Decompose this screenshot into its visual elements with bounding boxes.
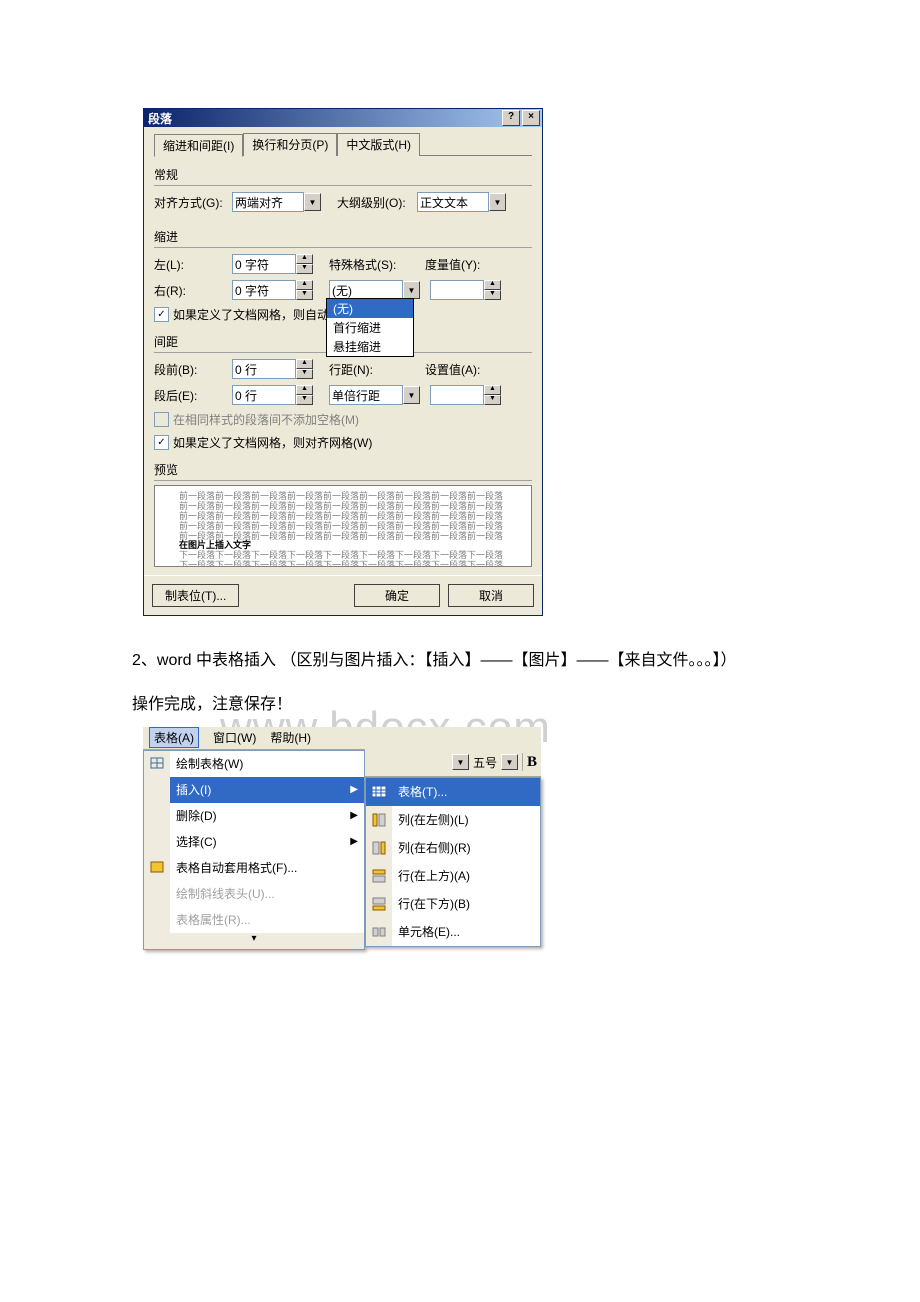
font-size-dropdown-button[interactable]: ▼ bbox=[501, 754, 518, 770]
outline-level-dropdown-button[interactable]: ▼ bbox=[489, 193, 506, 211]
menu-window[interactable]: 窗口(W) bbox=[213, 729, 256, 746]
font-size-value: 五号 bbox=[473, 754, 497, 771]
special-option-firstline[interactable]: 首行缩进 bbox=[327, 318, 413, 337]
same-style-label: 在相同样式的段落间不添加空格(M) bbox=[173, 411, 359, 428]
paragraph-dialog: 段落 ? × 缩进和间距(I) 换行和分页(P) 中文版式(H) 常规 对齐方式… bbox=[143, 108, 543, 616]
line-spacing-dropdown-button[interactable]: ▼ bbox=[403, 386, 420, 404]
menu-table[interactable]: 表格(A) bbox=[149, 727, 199, 748]
submenu-item-table[interactable]: 表格(T)... bbox=[366, 778, 540, 806]
insert-row-above-icon bbox=[371, 868, 387, 884]
table-dropdown-menu: 绘制表格(W) 插入(I)▶ 删除(D)▶ 选择(C)▶ 表格自动套用格式(F)… bbox=[143, 750, 365, 950]
at-label: 设置值(A): bbox=[425, 361, 480, 378]
menu-item-properties: 表格属性(R)... bbox=[170, 907, 364, 933]
at-spinner[interactable]: ▲▼ bbox=[484, 385, 501, 405]
line-spacing-combo[interactable]: 单倍行距 bbox=[329, 385, 403, 405]
special-option-hanging[interactable]: 悬挂缩进 bbox=[327, 337, 413, 356]
insert-row-below-icon bbox=[371, 896, 387, 912]
space-before-spinner[interactable]: ▲▼ bbox=[296, 359, 313, 379]
submenu-arrow-icon: ▶ bbox=[350, 810, 358, 821]
line-spacing-label: 行距(N): bbox=[329, 361, 413, 378]
insert-cells-icon bbox=[371, 924, 387, 940]
menu-bar: 表格(A) 窗口(W) 帮助(H) bbox=[143, 727, 369, 750]
alignment-dropdown-button[interactable]: ▼ bbox=[304, 193, 321, 211]
special-format-dropdown-button[interactable]: ▼ bbox=[403, 281, 420, 299]
preview-box: 前一段落前一段落前一段落前一段落前一段落前一段落前一段落前一段落前一段落 前一段… bbox=[154, 485, 532, 567]
space-before-label: 段前(B): bbox=[154, 361, 232, 378]
by-input[interactable] bbox=[430, 280, 484, 300]
dialog-titlebar[interactable]: 段落 ? × bbox=[144, 109, 542, 127]
snap-grid-checkbox[interactable]: ✓ bbox=[154, 435, 169, 450]
special-format-label: 特殊格式(S): bbox=[329, 256, 413, 273]
space-before-input[interactable]: 0 行 bbox=[232, 359, 296, 379]
menu-item-delete[interactable]: 删除(D)▶ bbox=[170, 803, 364, 829]
section-general-label: 常规 bbox=[154, 166, 532, 183]
body-paragraph-1: 2、word 中表格插入 （区别与图片插入：【插入】——【图片】——【来自文件。… bbox=[100, 646, 900, 676]
menu-icon-column bbox=[144, 751, 170, 933]
insert-col-right-icon bbox=[371, 840, 387, 856]
submenu-item-row-above[interactable]: 行(在上方)(A) bbox=[366, 862, 540, 890]
submenu-item-col-left[interactable]: 列(在左侧)(L) bbox=[366, 806, 540, 834]
preview-next-line: 下一段落下一段落下一段落下一段落下一段落下一段落下一段落下一段落下一段落 bbox=[179, 561, 513, 567]
cancel-button[interactable]: 取消 bbox=[448, 584, 534, 607]
tab-indent-spacing[interactable]: 缩进和间距(I) bbox=[154, 134, 243, 157]
section-preview-label: 预览 bbox=[154, 461, 532, 478]
indent-right-spinner[interactable]: ▲▼ bbox=[296, 280, 313, 300]
formatting-toolbar: ▼ 五号 ▼ B bbox=[365, 749, 541, 777]
close-button[interactable]: × bbox=[522, 110, 540, 126]
submenu-item-cells[interactable]: 单元格(E)... bbox=[366, 918, 540, 946]
indent-left-label: 左(L): bbox=[154, 256, 232, 273]
menu-help[interactable]: 帮助(H) bbox=[270, 729, 311, 746]
body-paragraph-2: 操作完成，注意保存！ bbox=[100, 690, 900, 720]
alignment-combo[interactable]: 两端对齐 bbox=[232, 192, 304, 212]
insert-submenu: 表格(T)... 列(在左侧)(L) 列(在右侧)(R) 行(在上方)(A) 行… bbox=[365, 777, 541, 947]
special-format-combo[interactable]: (无) bbox=[329, 280, 403, 300]
submenu-arrow-icon: ▶ bbox=[350, 836, 358, 847]
indent-left-spinner[interactable]: ▲▼ bbox=[296, 254, 313, 274]
insert-table-icon bbox=[371, 784, 387, 800]
autoformat-icon bbox=[149, 860, 165, 876]
outline-level-combo[interactable]: 正文文本 bbox=[417, 192, 489, 212]
document-body-text: 2、word 中表格插入 （区别与图片插入：【插入】——【图片】——【来自文件。… bbox=[100, 646, 900, 721]
special-option-none[interactable]: (无) bbox=[327, 299, 413, 318]
tab-line-page-breaks[interactable]: 换行和分页(P) bbox=[243, 133, 337, 156]
space-after-label: 段后(E): bbox=[154, 387, 232, 404]
indent-right-label: 右(R): bbox=[154, 282, 232, 299]
special-format-dropdown-list[interactable]: (无) 首行缩进 悬挂缩进 bbox=[326, 298, 414, 357]
at-input[interactable] bbox=[430, 385, 484, 405]
help-button[interactable]: ? bbox=[502, 110, 520, 126]
table-menu-screenshot: 表格(A) 窗口(W) 帮助(H) bbox=[143, 727, 541, 950]
section-indent-label: 缩进 bbox=[154, 228, 532, 245]
indent-right-input[interactable]: 0 字符 bbox=[232, 280, 296, 300]
tab-asian-typography[interactable]: 中文版式(H) bbox=[337, 133, 420, 156]
menu-item-autoformat[interactable]: 表格自动套用格式(F)... bbox=[170, 855, 364, 881]
menu-item-draw-table[interactable]: 绘制表格(W) bbox=[170, 751, 364, 777]
by-label: 度量值(Y): bbox=[425, 256, 480, 273]
alignment-label: 对齐方式(G): bbox=[154, 194, 232, 211]
menu-item-select[interactable]: 选择(C)▶ bbox=[170, 829, 364, 855]
submenu-item-row-below[interactable]: 行(在下方)(B) bbox=[366, 890, 540, 918]
snap-grid-label: 如果定义了文档网格，则对齐网格(W) bbox=[173, 434, 372, 451]
outline-level-label: 大纲级别(O): bbox=[337, 194, 417, 211]
tab-strip: 缩进和间距(I) 换行和分页(P) 中文版式(H) bbox=[154, 133, 532, 156]
menu-expand-chevron[interactable]: ▾ bbox=[144, 933, 364, 949]
draw-table-icon bbox=[149, 756, 165, 772]
submenu-item-col-right[interactable]: 列(在右侧)(R) bbox=[366, 834, 540, 862]
tabs-button[interactable]: 制表位(T)... bbox=[152, 584, 239, 607]
menu-item-draw-diagonal: 绘制斜线表头(U)... bbox=[170, 881, 364, 907]
indent-left-input[interactable]: 0 字符 bbox=[232, 254, 296, 274]
same-style-checkbox bbox=[154, 412, 169, 427]
toolbar-dropdown-button[interactable]: ▼ bbox=[452, 754, 469, 770]
submenu-arrow-icon: ▶ bbox=[350, 784, 358, 795]
insert-col-left-icon bbox=[371, 812, 387, 828]
auto-adjust-checkbox[interactable]: ✓ bbox=[154, 307, 169, 322]
auto-adjust-label: 如果定义了文档网格，则自动调 bbox=[173, 306, 341, 323]
space-after-spinner[interactable]: ▲▼ bbox=[296, 385, 313, 405]
menu-item-insert[interactable]: 插入(I)▶ bbox=[170, 777, 364, 803]
dialog-title: 段落 bbox=[148, 110, 172, 127]
by-spinner[interactable]: ▲▼ bbox=[484, 280, 501, 300]
space-after-input[interactable]: 0 行 bbox=[232, 385, 296, 405]
bold-button[interactable]: B bbox=[527, 754, 537, 771]
ok-button[interactable]: 确定 bbox=[354, 584, 440, 607]
